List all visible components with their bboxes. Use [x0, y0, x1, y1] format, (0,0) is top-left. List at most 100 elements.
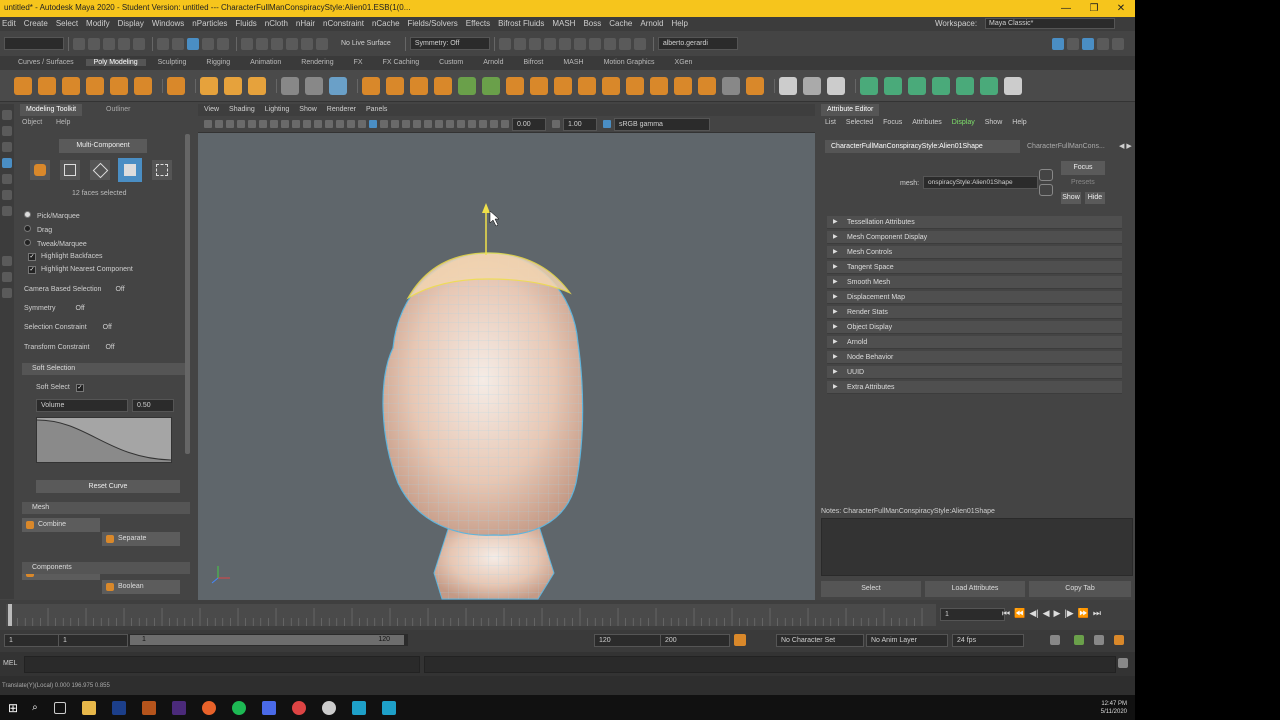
menu-nconstraint[interactable]: nConstraint [323, 19, 364, 28]
poly-cone-icon[interactable] [86, 76, 104, 95]
snap-curve-icon[interactable] [256, 37, 268, 50]
maya-second-taskbar-icon[interactable] [381, 700, 396, 715]
render-settings-icon[interactable] [543, 37, 556, 50]
ae-menu-focus[interactable]: Focus [883, 119, 902, 126]
menu-edit[interactable]: Edit [2, 19, 16, 28]
step-forward-key-icon[interactable]: ⏩ [1078, 608, 1089, 619]
boolean-button[interactable]: Boolean [102, 580, 180, 594]
viewport-menu-renderer[interactable]: Renderer [327, 106, 356, 113]
lasso-tool-icon[interactable] [2, 126, 12, 136]
connect-icon[interactable] [674, 76, 692, 95]
poly-sphere-icon[interactable] [14, 76, 32, 95]
search-icon[interactable]: ⌕ [32, 702, 38, 713]
range-slider[interactable]: 1 120 [128, 634, 408, 646]
range-start-field[interactable]: 1 [4, 634, 62, 647]
falloff-radius-field[interactable]: 0.50 [132, 399, 174, 412]
range-end-field[interactable]: 200 [660, 634, 730, 647]
current-frame-field[interactable]: 1 [940, 608, 1005, 621]
shelf-tab-rigging[interactable]: Rigging [198, 59, 238, 66]
uv-editor-icon[interactable] [803, 76, 821, 95]
smooth-shade-icon[interactable] [358, 120, 366, 128]
anti-aliasing-icon[interactable] [435, 120, 443, 128]
viewport-panel[interactable]: View Shading Lighting Show Renderer Panels [198, 104, 815, 600]
grid-icon[interactable] [270, 120, 278, 128]
backface-culling-icon[interactable] [490, 120, 498, 128]
menu-fluids[interactable]: Fluids [235, 19, 256, 28]
reduce-icon[interactable] [554, 76, 572, 95]
gate-mask-icon[interactable] [303, 120, 311, 128]
shelf-tab-poly-modeling[interactable]: Poly Modeling [85, 59, 146, 66]
gamma-icon[interactable] [552, 120, 560, 128]
object-mode-button[interactable] [30, 160, 50, 180]
multi-component-button[interactable]: Multi-Component [59, 139, 147, 153]
target-weld-icon[interactable] [650, 76, 668, 95]
face-mode-button[interactable] [118, 158, 142, 182]
command-input[interactable] [24, 656, 420, 673]
menu-modify[interactable]: Modify [86, 19, 110, 28]
color-management-icon[interactable] [603, 120, 611, 128]
ae-menu-list[interactable]: List [825, 119, 836, 126]
boolean-intersect-icon[interactable] [434, 76, 452, 95]
menu-bifrost-fluids[interactable]: Bifrost Fluids [498, 19, 544, 28]
tab-modeling-toolkit[interactable]: Modeling Toolkit [20, 104, 83, 116]
ae-go-to-output-icon[interactable] [1039, 184, 1053, 196]
image-plane-icon[interactable] [237, 120, 245, 128]
playback-start-field[interactable]: 1 [58, 634, 128, 647]
menu-effects[interactable]: Effects [466, 19, 490, 28]
steam-icon[interactable] [261, 700, 276, 715]
ae-tab-scroll-icon[interactable]: ◀ ▶ [1119, 142, 1132, 150]
offset-loop-icon[interactable] [746, 76, 764, 95]
unfold-icon[interactable] [956, 76, 974, 95]
motion-blur-icon[interactable] [424, 120, 432, 128]
spotify-icon[interactable] [231, 700, 246, 715]
notes-textarea[interactable] [821, 518, 1133, 576]
camera-based-selection-row[interactable]: Camera Based Selection Off [24, 286, 125, 293]
shelf-tab-custom[interactable]: Custom [431, 59, 471, 66]
cylindrical-map-icon[interactable] [884, 76, 902, 95]
fps-dropdown[interactable]: 24 fps [952, 634, 1024, 647]
range-slider-handle[interactable]: 1 120 [130, 635, 404, 645]
poly-disc-icon[interactable] [167, 76, 185, 95]
undo-icon[interactable] [118, 37, 130, 50]
toolkit-menu-object[interactable]: Object [22, 119, 42, 126]
shelf-tab-mash[interactable]: MASH [555, 59, 591, 66]
illustrator-icon[interactable] [141, 700, 156, 715]
render-view-icon[interactable] [498, 37, 511, 50]
smooth-icon[interactable] [329, 76, 347, 95]
camera-attributes-icon[interactable] [215, 120, 223, 128]
hide-button[interactable]: Hide [1085, 192, 1105, 204]
ae-section-tessellation-attributes[interactable]: ▶ Tessellation Attributes [827, 216, 1122, 229]
automatic-map-icon[interactable] [932, 76, 950, 95]
open-scene-icon[interactable] [88, 37, 100, 50]
ae-section-node-behavior[interactable]: ▶ Node Behavior [827, 351, 1122, 364]
tool-settings-toggle-icon[interactable] [1082, 37, 1094, 50]
play-backwards-icon[interactable]: ◀ [1043, 608, 1050, 619]
anim-layer-dropdown[interactable]: No Anim Layer [866, 634, 948, 647]
uv-toolkit-icon[interactable] [1004, 76, 1022, 95]
spherical-map-icon[interactable] [908, 76, 926, 95]
ae-tab-alien-shape[interactable]: CharacterFullManConspiracyStyle:Alien01S… [825, 140, 1020, 153]
ae-menu-show[interactable]: Show [985, 119, 1003, 126]
menu-nparticles[interactable]: nParticles [192, 19, 227, 28]
reset-curve-button[interactable]: Reset Curve [36, 480, 180, 493]
fill-hole-icon[interactable] [530, 76, 548, 95]
last-tool-icon[interactable] [2, 206, 12, 216]
safe-title-icon[interactable] [336, 120, 344, 128]
soft-select-checkbox[interactable]: Soft Select ✓ [36, 384, 89, 392]
super-shape-icon[interactable] [200, 76, 218, 95]
modeling-toolkit-toggle-icon[interactable] [1052, 37, 1064, 50]
loop-icon[interactable] [1050, 635, 1060, 645]
falloff-curve-graph[interactable] [36, 417, 172, 463]
svg-tool-icon[interactable] [248, 76, 266, 95]
combine-icon[interactable] [281, 76, 299, 95]
load-attributes-button[interactable]: Load Attributes [925, 581, 1025, 597]
minimize-button[interactable]: — [1052, 0, 1080, 17]
vertex-mode-button[interactable] [60, 160, 80, 180]
script-language-label[interactable]: MEL [3, 660, 17, 667]
shelf-tab-curves-surfaces[interactable]: Curves / Surfaces [10, 59, 82, 66]
gamma-field[interactable]: 1.00 [563, 117, 597, 131]
component-vertex-icon[interactable] [202, 37, 214, 50]
combine-button[interactable]: Combine [22, 518, 100, 532]
type-tool-icon[interactable] [224, 76, 242, 95]
ae-section-extra-attributes[interactable]: ▶ Extra Attributes [827, 381, 1122, 394]
